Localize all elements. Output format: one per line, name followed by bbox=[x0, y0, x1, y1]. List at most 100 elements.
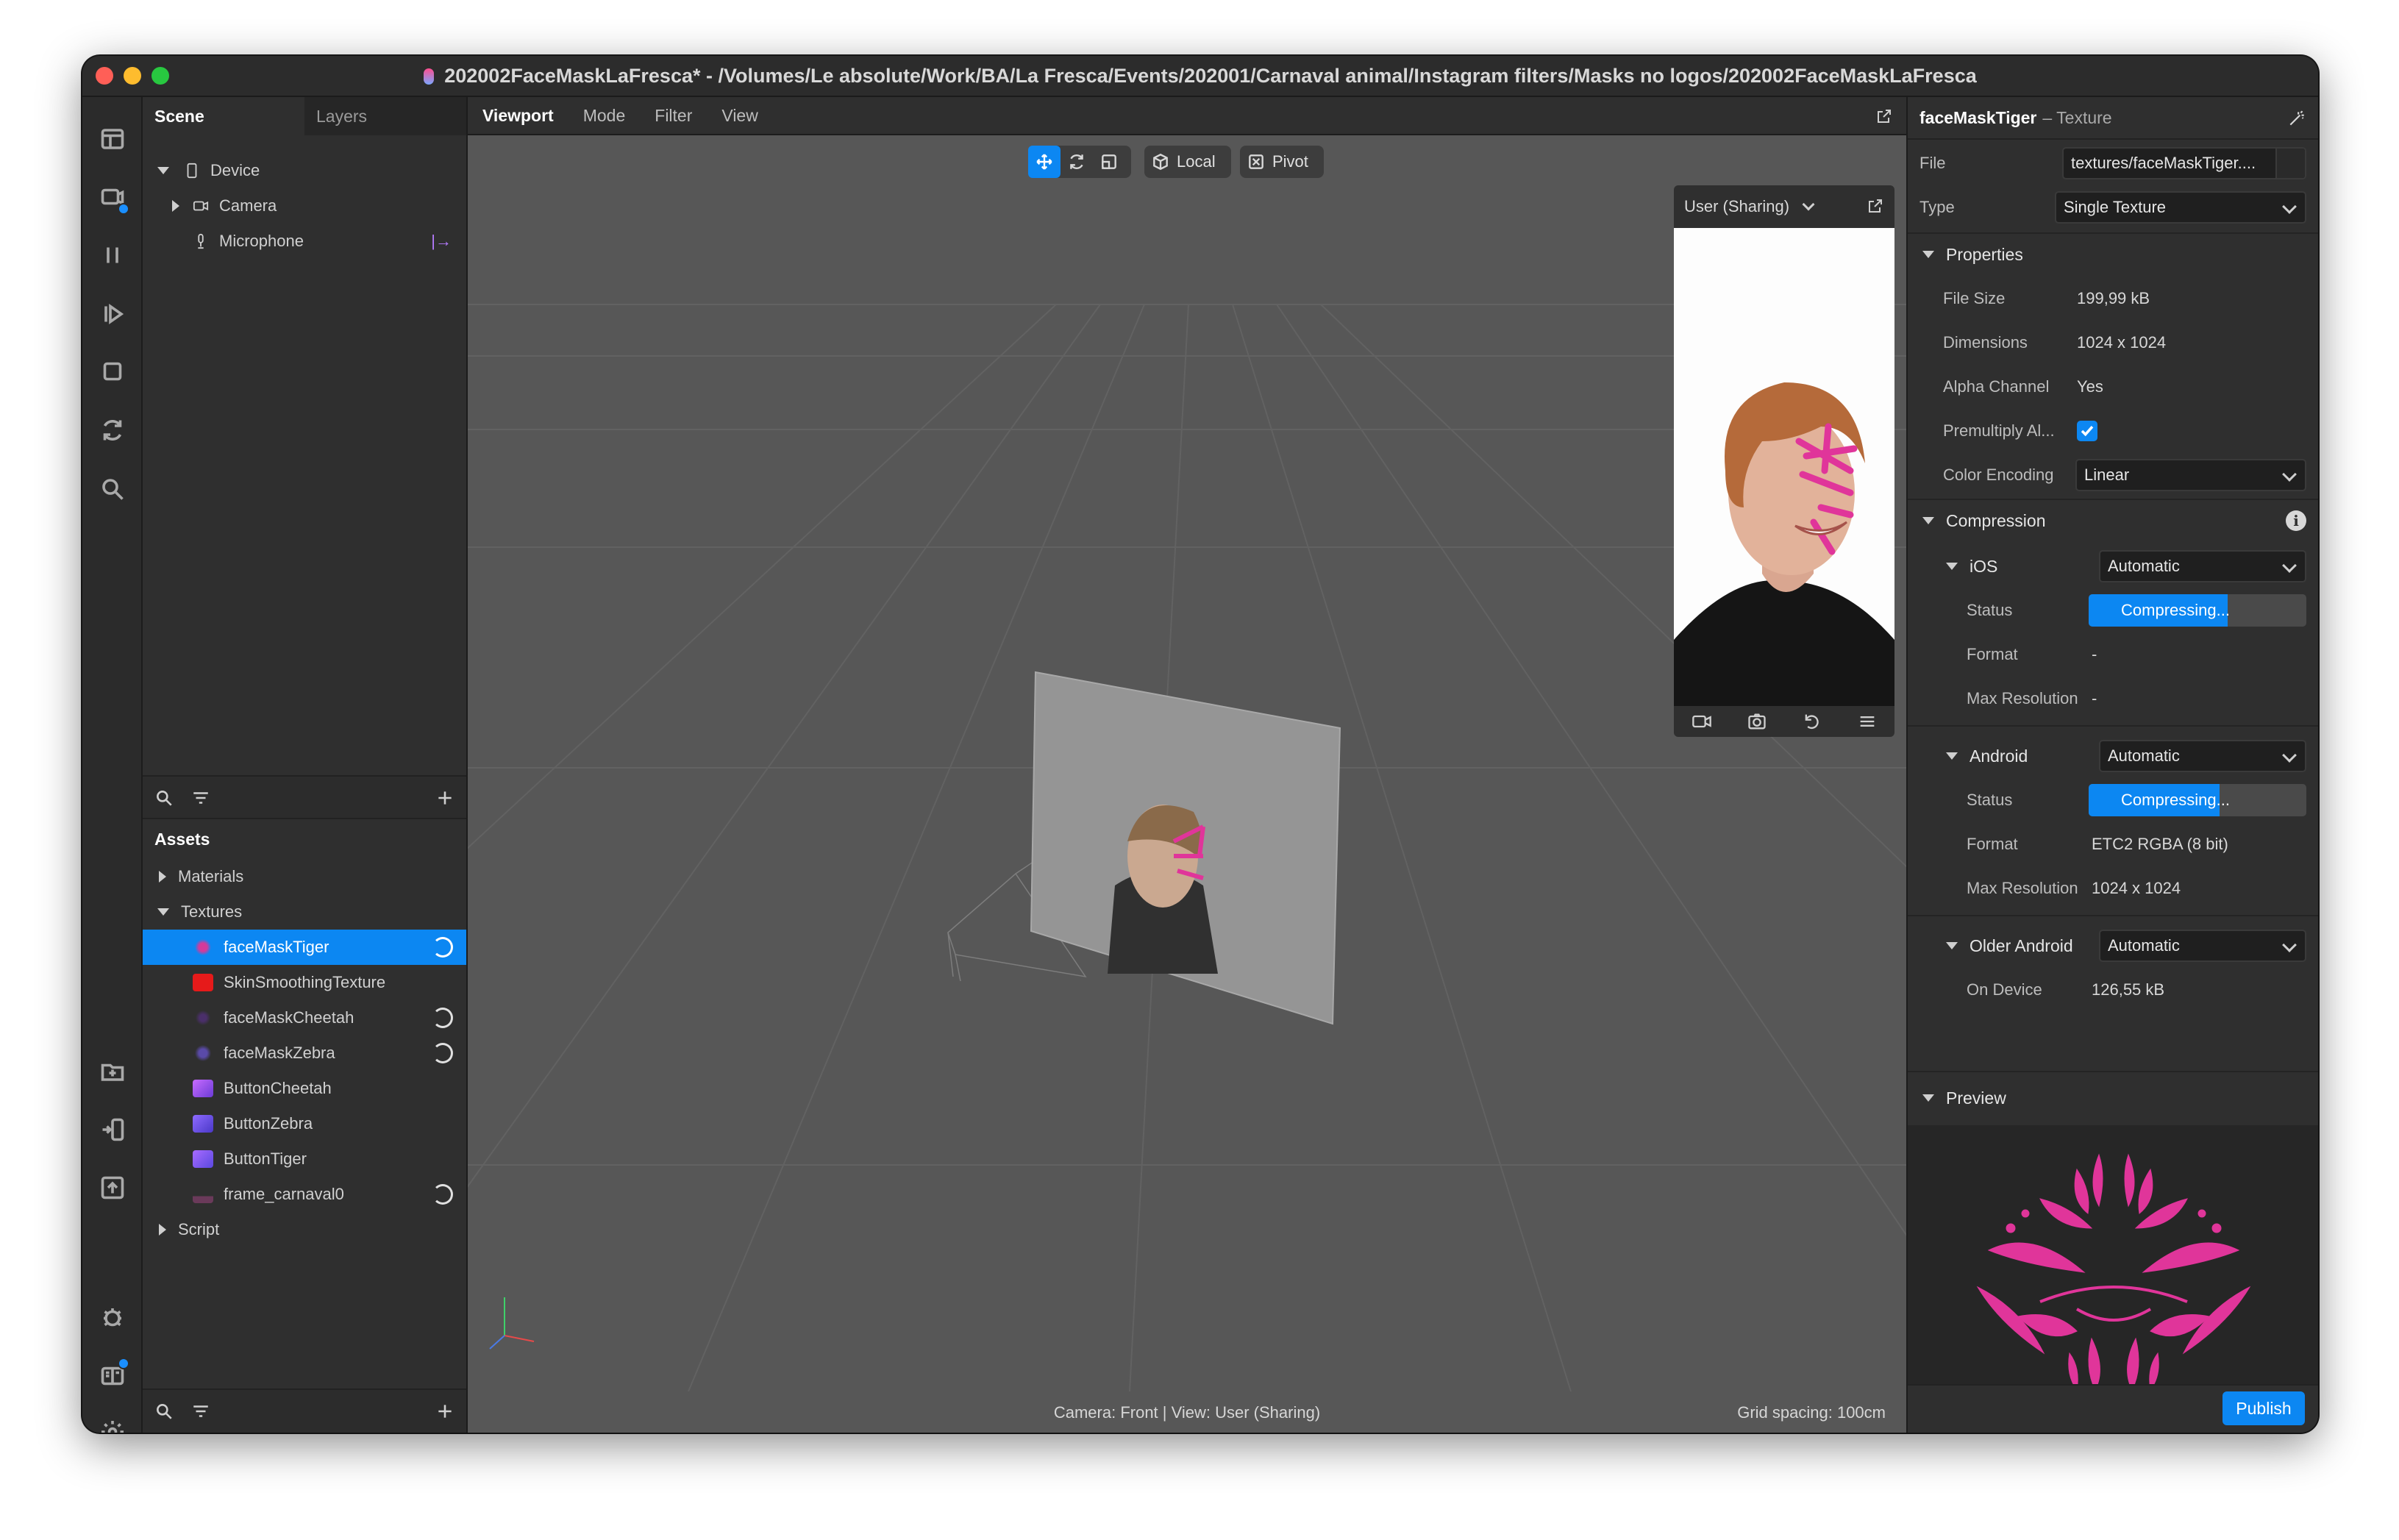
notification-dot bbox=[118, 203, 129, 215]
inspector-header: faceMaskTiger – Texture bbox=[1908, 97, 2318, 140]
older-android-mode-dropdown[interactable]: Automatic bbox=[2099, 930, 2306, 962]
asset-item-facemasktiger[interactable]: faceMaskTiger bbox=[143, 930, 466, 965]
axis-gizmo[interactable] bbox=[489, 1297, 535, 1350]
stop-icon[interactable] bbox=[97, 356, 128, 387]
filter-icon[interactable] bbox=[191, 1402, 210, 1421]
ios-mode-value: Automatic bbox=[2108, 557, 2180, 575]
menu-view[interactable]: View bbox=[721, 106, 758, 126]
close-window-button[interactable] bbox=[96, 67, 113, 85]
assets-toolbar bbox=[143, 1389, 466, 1433]
asset-item-frame-carnaval0[interactable]: frame_carnaval0 bbox=[143, 1177, 466, 1212]
dimensions-value: 1024 x 1024 bbox=[2077, 333, 2167, 352]
filter-icon[interactable] bbox=[191, 788, 210, 808]
asset-group-textures[interactable]: Textures bbox=[143, 894, 466, 930]
patch-link-icon[interactable]: |→ bbox=[431, 232, 452, 251]
asset-item-facemaskzebra[interactable]: faceMaskZebra bbox=[143, 1035, 466, 1071]
properties-section[interactable]: Properties bbox=[1908, 232, 2318, 277]
expand-arrow-icon[interactable] bbox=[157, 908, 169, 916]
preview-user-dropdown[interactable]: User (Sharing) bbox=[1684, 197, 1789, 216]
upload-icon[interactable] bbox=[97, 1172, 128, 1203]
restart-icon[interactable] bbox=[1802, 711, 1822, 732]
dimensions-label: Dimensions bbox=[1943, 333, 2028, 352]
popout-icon[interactable] bbox=[1875, 107, 1893, 125]
cube-icon bbox=[1144, 146, 1177, 178]
asset-item-buttoncheetah[interactable]: ButtonCheetah bbox=[143, 1071, 466, 1106]
refresh-icon[interactable] bbox=[97, 415, 128, 446]
viewport-menu: Viewport Mode Filter View bbox=[468, 97, 1906, 135]
local-toggle[interactable]: Local bbox=[1144, 146, 1231, 178]
asset-item-buttontiger[interactable]: ButtonTiger bbox=[143, 1141, 466, 1177]
popout-icon[interactable] bbox=[1867, 197, 1884, 215]
android-section[interactable]: Android Automatic bbox=[1908, 734, 2318, 778]
play-icon[interactable] bbox=[97, 299, 128, 329]
scene-item-camera[interactable]: Camera bbox=[143, 188, 466, 224]
asset-item-facemaskcheetah[interactable]: faceMaskCheetah bbox=[143, 1000, 466, 1035]
chevron-down-icon[interactable] bbox=[1802, 198, 1815, 211]
minimize-window-button[interactable] bbox=[124, 67, 141, 85]
menu-mode[interactable]: Mode bbox=[583, 106, 626, 126]
premultiply-checkbox[interactable] bbox=[2077, 421, 2097, 441]
tab-scene[interactable]: Scene bbox=[143, 97, 304, 135]
ios-section[interactable]: iOS Automatic bbox=[1908, 544, 2318, 588]
file-browse-button[interactable] bbox=[2275, 149, 2305, 178]
expand-arrow-icon[interactable] bbox=[157, 167, 169, 174]
book-icon[interactable] bbox=[97, 1358, 129, 1391]
search-icon[interactable] bbox=[154, 788, 174, 808]
texture-thumbnail bbox=[193, 1115, 213, 1133]
settings-icon[interactable] bbox=[97, 1416, 128, 1433]
search-icon[interactable] bbox=[97, 474, 128, 505]
publish-button[interactable]: Publish bbox=[2222, 1391, 2305, 1425]
info-icon[interactable]: i bbox=[2286, 510, 2306, 531]
color-encoding-dropdown[interactable]: Linear bbox=[2075, 459, 2306, 491]
asset-group-script[interactable]: Script bbox=[143, 1212, 466, 1247]
file-label: File bbox=[1919, 154, 1946, 172]
collapse-arrow-icon[interactable] bbox=[159, 871, 166, 883]
asset-item-skinsmoothingtexture[interactable]: SkinSmoothingTexture bbox=[143, 965, 466, 1000]
expand-arrow-icon[interactable] bbox=[1922, 1094, 1934, 1102]
send-to-device-icon[interactable] bbox=[97, 1114, 128, 1145]
preview-section[interactable]: Preview bbox=[1908, 1074, 2318, 1122]
preview-screen[interactable] bbox=[1674, 228, 1894, 706]
older-android-section[interactable]: Older Android Automatic bbox=[1908, 924, 2318, 968]
asset-item-buttonzebra[interactable]: ButtonZebra bbox=[143, 1106, 466, 1141]
screenshot-icon[interactable] bbox=[1747, 711, 1767, 732]
android-mode-dropdown[interactable]: Automatic bbox=[2099, 740, 2306, 772]
expand-arrow-icon[interactable] bbox=[1946, 563, 1958, 570]
file-field[interactable]: textures/faceMaskTiger.... bbox=[2062, 147, 2306, 179]
import-icon[interactable] bbox=[97, 1055, 128, 1086]
pivot-toggle[interactable]: Pivot bbox=[1240, 146, 1324, 178]
compression-section[interactable]: Compression i bbox=[1908, 499, 2318, 543]
camera-view-status: Camera: Front | View: User (Sharing) bbox=[1053, 1403, 1321, 1422]
add-icon[interactable] bbox=[435, 1402, 455, 1421]
scene-item-microphone[interactable]: Microphone |→ bbox=[143, 224, 466, 259]
scene-item-device[interactable]: Device bbox=[143, 153, 466, 188]
magic-wand-icon[interactable] bbox=[2287, 109, 2306, 128]
search-icon[interactable] bbox=[154, 1402, 174, 1421]
type-dropdown[interactable]: Single Texture bbox=[2055, 191, 2306, 224]
tab-viewport[interactable]: Viewport bbox=[482, 106, 554, 126]
android-status-value: Compressing... bbox=[2121, 791, 2230, 809]
bug-icon[interactable] bbox=[97, 1302, 128, 1333]
texture-thumbnail bbox=[193, 938, 213, 956]
video-record-icon[interactable] bbox=[1692, 711, 1712, 732]
tab-layers[interactable]: Layers bbox=[304, 97, 466, 135]
add-icon[interactable] bbox=[435, 788, 455, 808]
scene-add-icon[interactable] bbox=[97, 182, 129, 215]
menu-filter[interactable]: Filter bbox=[655, 106, 692, 126]
expand-arrow-icon[interactable] bbox=[1922, 517, 1934, 524]
collapse-arrow-icon[interactable] bbox=[172, 200, 179, 212]
menu-icon[interactable] bbox=[1857, 711, 1878, 732]
move-tool-icon[interactable] bbox=[1028, 146, 1061, 178]
scale-tool-icon[interactable] bbox=[1093, 146, 1125, 178]
pause-icon[interactable] bbox=[97, 240, 128, 271]
rotate-tool-icon[interactable] bbox=[1061, 146, 1093, 178]
collapse-arrow-icon[interactable] bbox=[159, 1224, 166, 1236]
layout-icon[interactable] bbox=[97, 124, 128, 154]
expand-arrow-icon[interactable] bbox=[1946, 942, 1958, 949]
expand-arrow-icon[interactable] bbox=[1946, 752, 1958, 760]
expand-arrow-icon[interactable] bbox=[1922, 251, 1934, 258]
file-row: File textures/faceMaskTiger.... bbox=[1908, 141, 2318, 185]
asset-group-materials[interactable]: Materials bbox=[143, 859, 466, 894]
zoom-window-button[interactable] bbox=[152, 67, 169, 85]
ios-mode-dropdown[interactable]: Automatic bbox=[2099, 550, 2306, 582]
